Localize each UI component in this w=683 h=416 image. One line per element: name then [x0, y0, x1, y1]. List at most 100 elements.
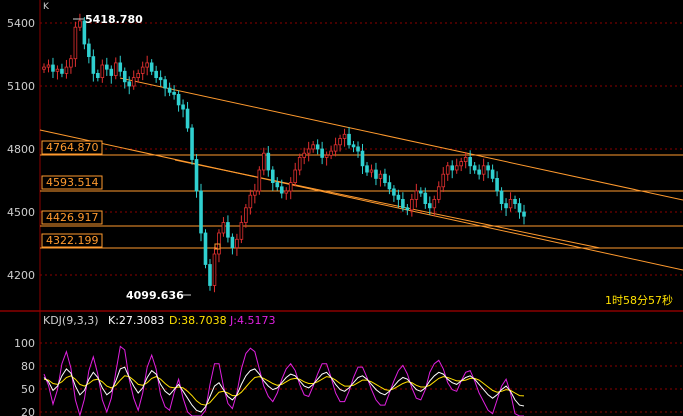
candle-body	[481, 165, 486, 175]
candle-body	[342, 133, 347, 139]
candle-body	[410, 198, 414, 211]
candle-body	[248, 194, 253, 209]
candle-body	[113, 62, 118, 76]
candle-body	[203, 232, 208, 265]
candle-body	[311, 144, 315, 150]
candle-body	[167, 87, 172, 93]
candle-body	[320, 148, 324, 158]
low-marker-label: 4099.636	[126, 289, 184, 302]
kdj-header: KDJ(9,3,3) K:27.3083 D:38.7038 J:4.5173	[43, 314, 275, 327]
candle-body	[239, 222, 244, 240]
candle-body	[212, 253, 217, 286]
candle-body	[356, 146, 360, 152]
candle-body	[347, 133, 351, 146]
candle-body	[333, 144, 338, 152]
y-tick-label: 5400	[7, 17, 35, 30]
candle-body	[383, 173, 387, 183]
candle-body	[78, 20, 82, 28]
candle-body	[396, 194, 401, 200]
candle-body	[158, 77, 163, 81]
candle-body	[324, 154, 329, 158]
price-label-4593: 4593.514	[46, 176, 99, 189]
candle-body	[427, 203, 432, 209]
candle-body	[490, 169, 495, 179]
candle-body	[118, 62, 123, 72]
candle-body	[194, 159, 199, 192]
y-tick-label: 5100	[7, 80, 35, 93]
high-marker-label: 5418.780	[85, 13, 143, 26]
candle-body	[279, 186, 284, 194]
candle-body	[87, 43, 91, 58]
candle-body	[60, 68, 64, 74]
candle-body	[226, 222, 230, 238]
candle-body	[42, 66, 46, 70]
candle-body	[190, 127, 194, 160]
candle-body	[235, 238, 239, 249]
candle-body	[199, 190, 203, 234]
candle-body	[230, 236, 235, 249]
candle-body	[508, 198, 513, 209]
candle-body	[445, 165, 450, 175]
candle-body	[459, 161, 463, 167]
candle-body	[392, 188, 396, 196]
candle-body	[477, 169, 481, 175]
candle-body	[96, 73, 100, 79]
candle-body	[185, 108, 190, 129]
y-tick-label: 4500	[7, 206, 35, 219]
candle-body	[154, 70, 158, 79]
candle-body	[513, 198, 517, 204]
candle-body	[369, 169, 374, 173]
candle-body	[454, 165, 459, 171]
candle-body	[163, 79, 167, 89]
candle-body	[208, 264, 212, 286]
candle-body	[293, 169, 298, 183]
candle-body	[140, 66, 145, 74]
candle-body	[176, 94, 181, 106]
candle-body	[495, 177, 499, 192]
candle-body	[374, 169, 378, 179]
candle-body	[181, 104, 185, 110]
candle-body	[405, 207, 410, 211]
candle-body	[127, 81, 132, 87]
candle-body	[387, 182, 392, 190]
candle-body	[270, 169, 275, 183]
candle-body	[55, 68, 60, 72]
candle-body	[450, 165, 455, 171]
candle-body	[266, 152, 271, 171]
candle-body	[522, 211, 526, 217]
candle-body	[262, 152, 266, 171]
candle-body	[472, 165, 477, 171]
candle-body	[172, 91, 176, 95]
kdj-d-value: D:38.7038	[169, 314, 227, 327]
candle-body	[105, 64, 109, 70]
candle-body	[46, 64, 51, 68]
candle-body	[517, 203, 522, 213]
candle-body	[91, 56, 96, 74]
kdj-tick-label: 20	[21, 406, 35, 416]
candle-body	[441, 173, 446, 188]
candle-body	[468, 156, 472, 167]
candle-body	[297, 156, 302, 171]
candle-body	[149, 62, 154, 72]
kdj-title: KDJ(9,3,3)	[43, 314, 99, 327]
price-label-4426: 4426.917	[46, 211, 99, 224]
candle-body	[275, 182, 280, 188]
candle-body	[315, 144, 320, 150]
candlestick-chart[interactable]: 5400 5100 4800 4500 4200 K 4764.870 4593…	[0, 0, 683, 416]
candle-body	[122, 70, 127, 83]
kdj-tick-label: 50	[21, 383, 35, 396]
candle-body	[145, 62, 149, 68]
candle-body	[365, 165, 369, 173]
candle-body	[288, 182, 293, 192]
candle-body	[329, 150, 333, 156]
candle-body	[73, 26, 78, 60]
candle-body	[284, 190, 289, 194]
candle-body	[253, 190, 257, 196]
candle-body	[351, 144, 356, 148]
candle-body	[504, 203, 508, 209]
candle-body	[414, 190, 419, 200]
candle-body	[221, 222, 226, 234]
candle-body	[109, 68, 114, 76]
candle-body	[338, 138, 342, 146]
price-label-4322: 4322.199	[46, 234, 99, 247]
